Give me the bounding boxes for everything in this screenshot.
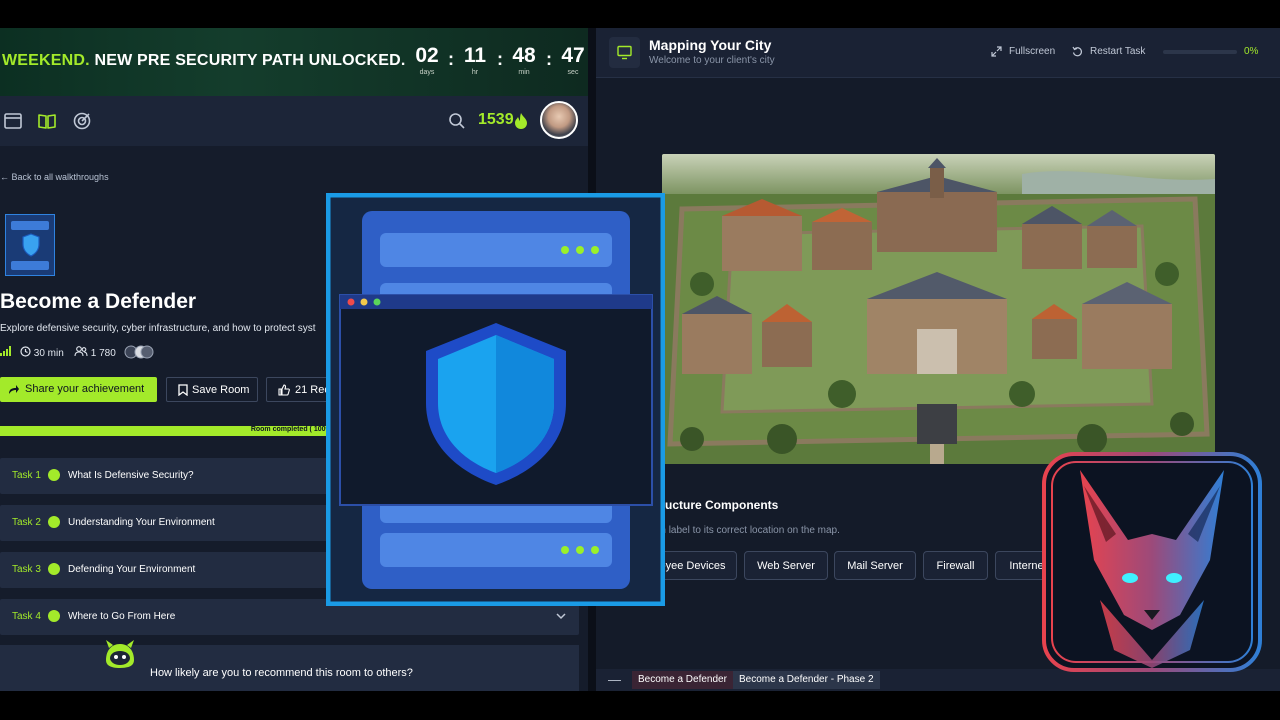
task-number: Task 4 <box>12 611 41 622</box>
label-chip-firewall[interactable]: Firewall <box>923 551 988 580</box>
save-room-label: Save Room <box>192 384 250 396</box>
tab-become-a-defender[interactable]: Become a Defender <box>632 671 733 689</box>
countdown-days-value: 02 <box>415 44 439 67</box>
bookmark-icon <box>178 384 188 396</box>
task-title: What Is Defensive Security? <box>68 470 194 481</box>
task-title: Where to Go From Here <box>68 611 176 622</box>
fullscreen-label: Fullscreen <box>1009 46 1056 57</box>
recommend-question: How likely are you to recommend this roo… <box>150 667 413 679</box>
task-number: Task 3 <box>12 564 41 575</box>
countdown-hours: 11 hr <box>455 44 495 78</box>
share-arrow-icon <box>9 385 19 394</box>
task-number: Task 1 <box>12 470 41 481</box>
countdown-minutes: 48 min <box>504 44 544 78</box>
city-map[interactable] <box>662 154 1215 464</box>
task-progress-bar <box>1163 50 1237 54</box>
defender-graphic-overlay <box>326 193 665 606</box>
monitor-icon <box>617 45 632 60</box>
label-chip-web-server[interactable]: Web Server <box>744 551 828 580</box>
promo-highlight: WEEKEND. <box>2 52 90 69</box>
promo-banner[interactable]: WEEKEND. NEW PRE SECURITY PATH UNLOCKED.… <box>0 28 588 96</box>
users-icon <box>74 346 88 357</box>
task-title: Defending Your Environment <box>68 564 196 575</box>
letterbox-top <box>0 0 1280 28</box>
creator-avatars-icon <box>124 345 154 359</box>
clock-icon <box>20 346 31 357</box>
shield-icon <box>22 233 40 257</box>
back-link[interactable]: ← Back to all walkthroughs <box>0 172 109 182</box>
label-chip-mail-server[interactable]: Mail Server <box>834 551 916 580</box>
promo-message: NEW PRE SECURITY PATH UNLOCKED. <box>89 52 406 69</box>
mascot-icon <box>106 640 134 668</box>
check-icon <box>48 469 60 481</box>
share-achievement-button[interactable]: Share your achievement <box>0 377 157 402</box>
target-icon[interactable] <box>72 111 92 131</box>
task-progress-percent: 0% <box>1244 46 1259 57</box>
check-icon <box>48 516 60 528</box>
flame-icon <box>515 113 527 129</box>
difficulty-bars-icon <box>0 346 11 356</box>
save-room-button[interactable]: Save Room <box>166 377 258 402</box>
book-icon[interactable] <box>37 111 57 131</box>
restart-task-button[interactable]: Restart Task <box>1072 46 1146 57</box>
duration-value: 30 min <box>33 348 64 359</box>
chip-label: Web Server <box>757 560 815 572</box>
creator-avatars <box>124 345 154 362</box>
countdown-hours-unit: hr <box>471 69 479 76</box>
check-icon <box>48 610 60 622</box>
countdown-days: 02 days <box>407 44 447 78</box>
room-progress-bar: Room completed ( 100% ) <box>0 426 340 436</box>
back-link-label: Back to all walkthroughs <box>11 172 109 182</box>
fox-badge-logo <box>1042 452 1262 672</box>
letterbox-bottom <box>0 691 1280 720</box>
countdown-seconds-unit: sec <box>567 69 579 76</box>
task-header-icon-box <box>609 37 640 68</box>
task-number: Task 2 <box>12 517 41 528</box>
countdown-separator: : <box>546 49 552 69</box>
tab-become-a-defender-phase-2[interactable]: Become a Defender - Phase 2 <box>733 671 880 689</box>
chip-label: Firewall <box>936 560 975 572</box>
countdown-minutes-unit: min <box>518 69 530 76</box>
task-title: Understanding Your Environment <box>68 517 215 528</box>
countdown-seconds-value: 47 <box>561 44 585 67</box>
room-description: Explore defensive security, cyber infras… <box>0 323 316 334</box>
minimize-icon[interactable]: — <box>608 672 621 687</box>
user-count: 1 780 <box>74 346 116 359</box>
chip-label: Mail Server <box>847 560 903 572</box>
share-achievement-label: Share your achievement <box>25 383 145 395</box>
difficulty-indicator <box>0 346 12 359</box>
browser-window-icon[interactable] <box>3 111 23 131</box>
room-title: Become a Defender <box>0 290 197 313</box>
restart-icon <box>1072 46 1083 57</box>
promo-text: WEEKEND. NEW PRE SECURITY PATH UNLOCKED. <box>2 52 406 70</box>
task-title-heading: Mapping Your City <box>649 37 772 53</box>
countdown-seconds: 47 sec <box>553 44 588 78</box>
room-icon <box>5 214 55 276</box>
room-progress-label: Room completed ( 100% ) <box>250 426 336 433</box>
user-count-value: 1 780 <box>90 348 116 359</box>
thumbs-up-icon <box>278 384 290 396</box>
countdown-separator: : <box>448 49 454 69</box>
countdown-separator: : <box>497 49 503 69</box>
fullscreen-button[interactable]: Fullscreen <box>991 46 1056 57</box>
user-avatar[interactable] <box>540 101 578 139</box>
search-icon[interactable] <box>448 112 466 130</box>
countdown-minutes-value: 48 <box>512 44 536 67</box>
task-subtitle: Welcome to your client's city <box>649 55 775 66</box>
restart-task-label: Restart Task <box>1090 46 1146 57</box>
countdown-days-unit: days <box>419 69 435 76</box>
top-navbar: 1539 <box>0 96 588 146</box>
check-icon <box>48 563 60 575</box>
streak-count[interactable]: 1539 <box>478 111 514 129</box>
expand-icon <box>991 46 1002 57</box>
countdown-hours-value: 11 <box>463 44 487 67</box>
chevron-down-icon[interactable] <box>556 612 566 620</box>
duration: 30 min <box>20 346 64 359</box>
